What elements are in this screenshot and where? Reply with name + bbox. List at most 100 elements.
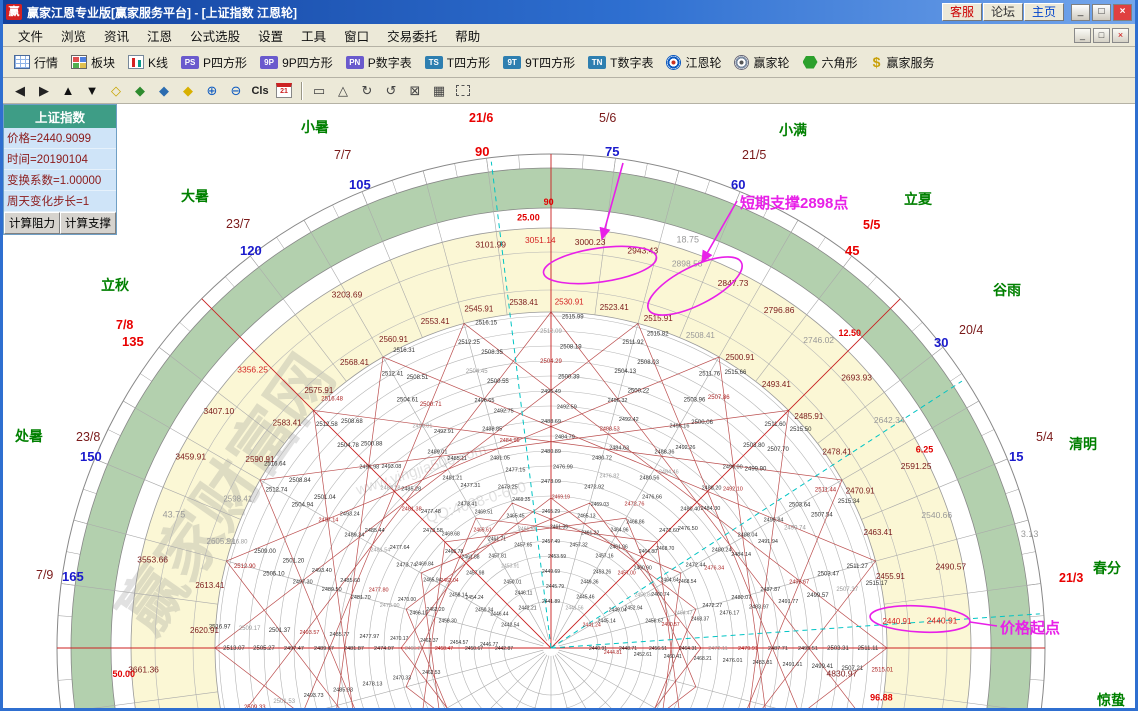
index-info-panel: 上证指数 价格=2440.9099时间=20190104变换系数=1.00000… [3, 104, 117, 235]
svg-text:2457.98: 2457.98 [466, 570, 484, 576]
svg-text:5/4: 5/4 [1036, 430, 1053, 444]
svg-text:75: 75 [605, 144, 619, 159]
prev-button[interactable]: ◀ [9, 81, 31, 101]
svg-text:2500.88: 2500.88 [361, 441, 383, 447]
calc-support-button[interactable]: 计算支撑 [60, 212, 116, 234]
svg-text:2453.26: 2453.26 [593, 570, 611, 576]
svg-text:2463.41: 2463.41 [864, 528, 893, 537]
menu-item-8[interactable]: 窗口 [335, 24, 378, 47]
next-button[interactable]: ▶ [33, 81, 55, 101]
gann-wheel-button[interactable]: 江恩轮 [660, 51, 727, 74]
t-number-table-button[interactable]: TNT数字表 [582, 51, 659, 74]
customer-service-button[interactable]: 客服 [942, 3, 982, 21]
svg-text:2504.61: 2504.61 [397, 397, 419, 403]
quotes-button[interactable]: 行情 [8, 51, 64, 74]
triangle-tool[interactable]: △ [332, 81, 354, 101]
t-square-button[interactable]: TST四方形 [419, 51, 496, 74]
flag-tool[interactable]: ▼ [81, 81, 103, 101]
winner-wheel-button[interactable]: 赢家轮 [728, 51, 795, 74]
svg-text:2508.19: 2508.19 [560, 345, 582, 351]
svg-text:2441.89: 2441.89 [542, 599, 560, 605]
svg-text:2461.55: 2461.55 [518, 526, 536, 532]
forum-button[interactable]: 论坛 [983, 3, 1023, 21]
p-number-table-button[interactable]: PNP数字表 [340, 51, 418, 74]
svg-text:2511.60: 2511.60 [765, 422, 787, 428]
svg-text:2469.35: 2469.35 [512, 497, 530, 503]
homepage-button[interactable]: 主页 [1024, 3, 1064, 21]
calendar-button[interactable]: 21 [273, 81, 295, 101]
svg-text:2613.41: 2613.41 [195, 581, 224, 590]
boxed-x-tool[interactable]: ⊠ [404, 81, 426, 101]
svg-text:2512.58: 2512.58 [316, 422, 338, 428]
nine-p-square-button[interactable]: 9P9P四方形 [254, 51, 339, 74]
child-close[interactable]: × [1112, 28, 1129, 43]
diamond-blue-tool[interactable]: ◆ [153, 81, 175, 101]
menu-item-4[interactable]: 江恩 [138, 24, 181, 47]
svg-text:3553.66: 3553.66 [137, 555, 168, 565]
p-square-button[interactable]: PSP四方形 [175, 51, 253, 74]
pointer-tool[interactable]: ▲ [57, 81, 79, 101]
menu-item-9[interactable]: 交易委托 [378, 24, 446, 47]
svg-text:2476.66: 2476.66 [642, 495, 662, 501]
svg-text:2512.09: 2512.09 [540, 329, 562, 335]
svg-text:2484.46: 2484.46 [659, 470, 679, 476]
svg-text:2530.91: 2530.91 [555, 297, 584, 306]
child-restore[interactable]: □ [1093, 28, 1110, 43]
svg-text:谷雨: 谷雨 [993, 282, 1021, 298]
winner-service-button[interactable]: $赢家服务 [865, 51, 941, 74]
svg-text:2493.57: 2493.57 [300, 630, 320, 636]
svg-text:2464.96: 2464.96 [610, 527, 628, 533]
rect-tool[interactable]: ▭ [308, 81, 330, 101]
svg-text:3051.14: 3051.14 [525, 235, 556, 245]
svg-text:2496.00: 2496.00 [723, 464, 743, 470]
support-annotation-label: 短期支撑2898点 [740, 194, 848, 212]
svg-text:2478.41: 2478.41 [823, 447, 852, 456]
svg-text:2455.91: 2455.91 [876, 572, 905, 581]
svg-text:2476.17: 2476.17 [720, 610, 740, 616]
calc-resistance-button[interactable]: 计算阻力 [4, 212, 60, 234]
menu-item-3[interactable]: 资讯 [95, 24, 138, 47]
menu-item-2[interactable]: 浏览 [52, 24, 95, 47]
titlebar[interactable]: 赢 赢家江恩专业版[赢家服务平台] - [上证指数 江恩轮] 客服论坛主页 _□… [3, 0, 1135, 24]
menu-item-6[interactable]: 设置 [249, 24, 292, 47]
svg-text:2503.64: 2503.64 [789, 503, 811, 509]
grid-tool[interactable]: ▦ [428, 81, 450, 101]
cls-button[interactable]: Cls [249, 81, 271, 101]
kline-button[interactable]: K线 [122, 51, 174, 74]
p-square-label: P四方形 [203, 54, 247, 71]
rotate-ccw-tool[interactable]: ↺ [380, 81, 402, 101]
svg-text:2511.76: 2511.76 [699, 371, 721, 377]
svg-text:2481.54: 2481.54 [370, 548, 390, 554]
menu-item-7[interactable]: 工具 [292, 24, 335, 47]
maximize-button[interactable]: □ [1092, 4, 1111, 21]
menubar: 文件浏览资讯江恩公式选股设置工具窗口交易委托帮助 _□× [3, 24, 1135, 47]
diamond-green-tool[interactable]: ◆ [129, 81, 151, 101]
sectors-button[interactable]: 板块 [65, 51, 121, 74]
svg-text:2488.69: 2488.69 [541, 419, 561, 425]
nine-t-square-button[interactable]: 9T9T四方形 [497, 51, 581, 74]
menu-item-5[interactable]: 公式选股 [181, 24, 249, 47]
svg-text:2515.82: 2515.82 [647, 332, 669, 338]
svg-text:30: 30 [934, 335, 948, 350]
close-button[interactable]: × [1113, 4, 1132, 21]
svg-text:2515.99: 2515.99 [562, 315, 584, 321]
minimize-button[interactable]: _ [1071, 4, 1090, 21]
svg-text:2476.34: 2476.34 [704, 566, 724, 572]
gann-wheel-canvas[interactable]: 赢家财富网www.yingjia500.comQQ:4008-0-6602515… [3, 104, 1135, 708]
zoom-out-button[interactable]: ⊖ [225, 81, 247, 101]
diamond-gold-tool[interactable]: ◆ [177, 81, 199, 101]
zoom-in-button[interactable]: ⊕ [201, 81, 223, 101]
menu-item-1[interactable]: 文件 [9, 24, 52, 47]
diamond-outline-tool[interactable]: ◇ [105, 81, 127, 101]
dashed-rect-tool[interactable] [452, 81, 474, 101]
menu-item-10[interactable]: 帮助 [446, 24, 489, 47]
child-minimize[interactable]: _ [1074, 28, 1091, 43]
rotate-cw-tool[interactable]: ↻ [356, 81, 378, 101]
svg-text:2484.14: 2484.14 [731, 552, 751, 558]
svg-text:3356.25: 3356.25 [237, 365, 268, 375]
svg-text:2540.66: 2540.66 [921, 510, 952, 520]
svg-text:2468.21: 2468.21 [694, 656, 712, 662]
svg-text:2487.71: 2487.71 [768, 646, 788, 652]
hexagon-button[interactable]: 六角形 [797, 51, 864, 74]
svg-text:2598.41: 2598.41 [223, 495, 252, 504]
